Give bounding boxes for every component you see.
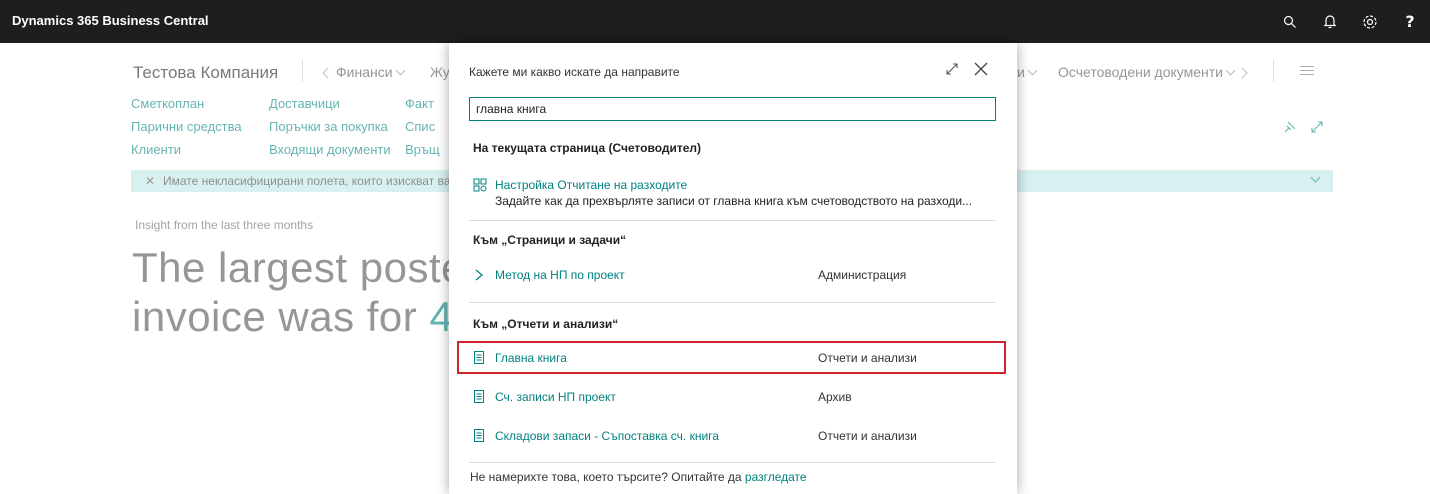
result-category: Отчети и анализи bbox=[818, 351, 917, 365]
bell-icon[interactable] bbox=[1310, 0, 1350, 43]
section-current-page: На текущата страница (Счетоводител) bbox=[473, 141, 702, 155]
expand-icon[interactable] bbox=[945, 62, 959, 81]
divider bbox=[469, 220, 996, 221]
search-icon[interactable] bbox=[1270, 0, 1310, 43]
app-title[interactable]: Dynamics 365 Business Central bbox=[12, 13, 209, 28]
report-icon bbox=[473, 429, 485, 447]
top-bar: Dynamics 365 Business Central ? bbox=[0, 0, 1430, 43]
setup-icon bbox=[473, 178, 487, 197]
top-bar-actions: ? bbox=[1270, 0, 1430, 43]
result-general-ledger[interactable]: Главна книга bbox=[495, 351, 567, 365]
dialog-title: Кажете ми какво искате да направите bbox=[469, 65, 680, 79]
chevron-right-icon bbox=[473, 268, 485, 287]
result-inventory-gl-reconcile[interactable]: Складови запаси - Съпоставка сч. книга bbox=[495, 429, 719, 443]
result-cost-accounting-setup[interactable]: Настройка Отчитане на разходите bbox=[495, 178, 687, 192]
close-icon[interactable] bbox=[973, 61, 989, 82]
result-category: Администрация bbox=[818, 268, 907, 282]
result-category: Отчети и анализи bbox=[818, 429, 917, 443]
tell-me-dialog: Кажете ми какво искате да направите глав… bbox=[449, 43, 1017, 494]
divider bbox=[469, 302, 996, 303]
gear-icon[interactable] bbox=[1350, 0, 1390, 43]
dialog-footer: Не намерихте това, което търсите? Опитай… bbox=[470, 470, 807, 484]
report-icon bbox=[473, 390, 485, 408]
result-description: Задайте как да прехвърляте записи от гла… bbox=[495, 194, 973, 208]
divider bbox=[469, 462, 996, 463]
search-input[interactable]: главна книга bbox=[469, 97, 996, 121]
result-wip-method[interactable]: Метод на НП по проект bbox=[495, 268, 625, 282]
help-icon[interactable]: ? bbox=[1390, 0, 1430, 43]
report-icon bbox=[473, 351, 485, 369]
section-pages-tasks: Към „Страници и задачи“ bbox=[473, 233, 627, 247]
section-reports: Към „Отчети и анализи“ bbox=[473, 317, 619, 331]
result-wip-entries[interactable]: Сч. записи НП проект bbox=[495, 390, 616, 404]
result-category: Архив bbox=[818, 390, 852, 404]
browse-link[interactable]: разгледате bbox=[745, 470, 807, 484]
